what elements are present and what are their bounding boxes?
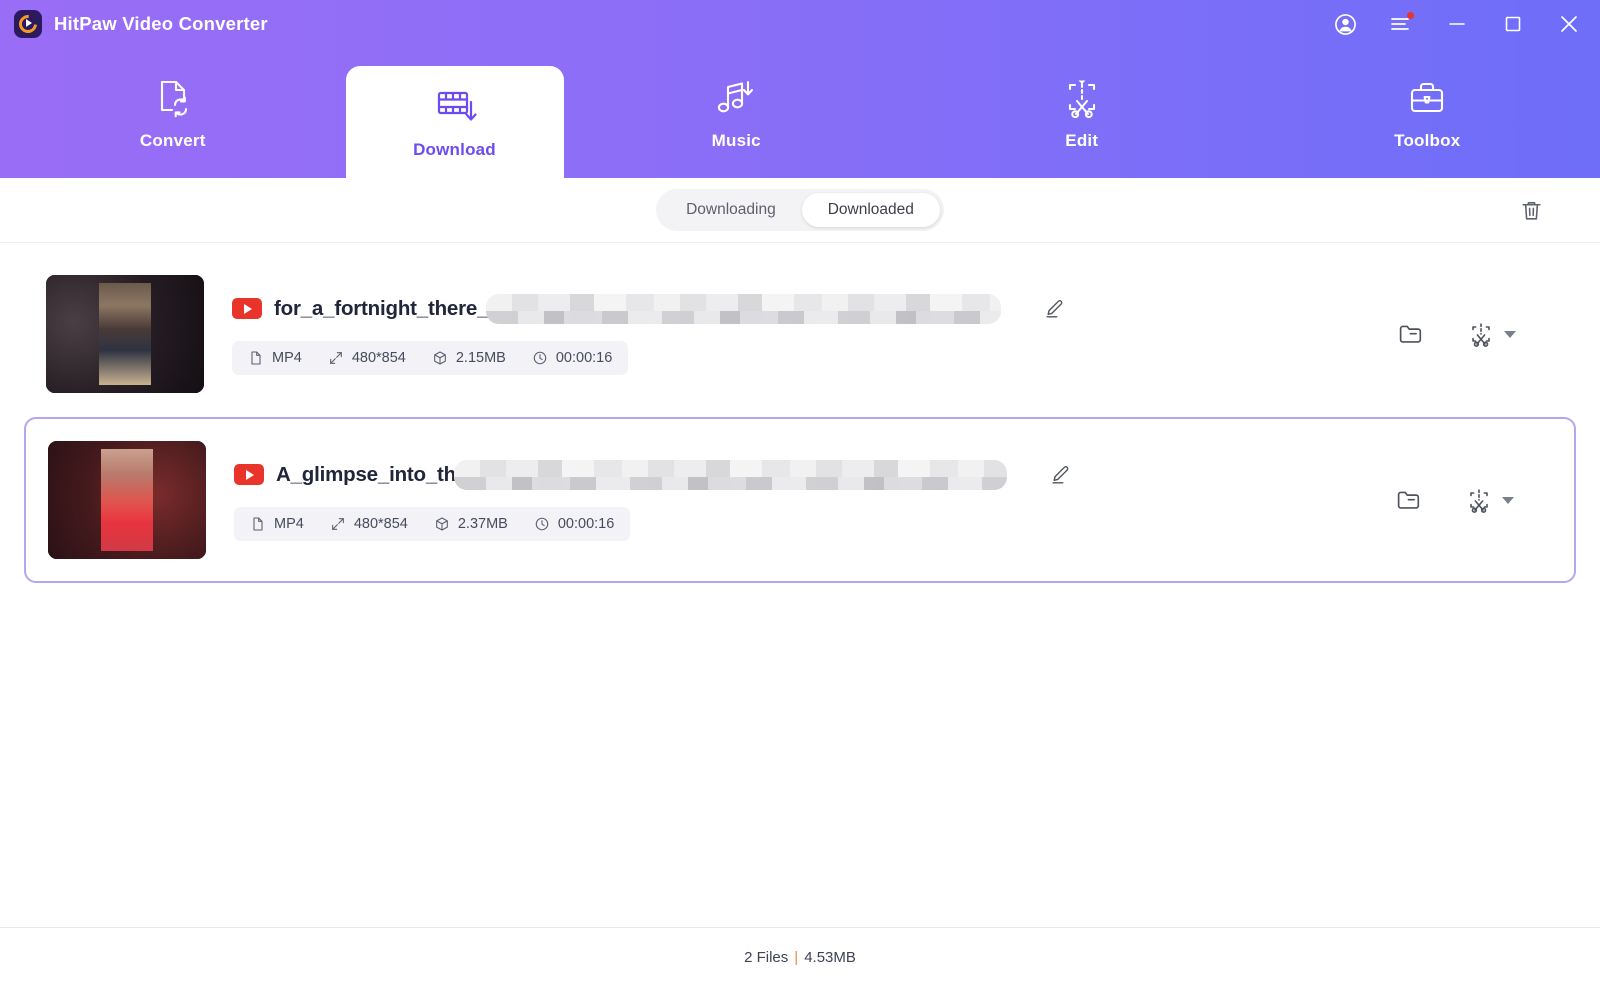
tab-convert[interactable]: Convert: [0, 48, 346, 178]
download-icon: [433, 84, 477, 130]
tab-convert-label: Convert: [140, 131, 206, 151]
meta-resolution: 480*854: [330, 516, 408, 532]
trim-action[interactable]: [1464, 485, 1514, 515]
clock-icon: [534, 516, 550, 532]
tab-download-label: Download: [413, 140, 496, 160]
tab-music-label: Music: [712, 131, 761, 151]
download-list: for_a_fortnight_there_ MP4: [0, 243, 1600, 927]
video-thumbnail: [46, 275, 204, 393]
box-icon: [434, 516, 450, 532]
meta-size-value: 2.37MB: [458, 516, 508, 532]
file-count: 2 Files: [744, 949, 788, 966]
convert-icon: [152, 75, 194, 121]
meta-resolution-value: 480*854: [352, 350, 406, 366]
file-name-line: A_glimpse_into_th: [234, 460, 1073, 490]
status-filter-bar: Downloading Downloaded: [0, 178, 1600, 243]
file-name: for_a_fortnight_there_: [274, 297, 488, 321]
main-nav-tabs: Convert Download: [0, 48, 1600, 178]
table-row[interactable]: A_glimpse_into_th MP4: [24, 417, 1576, 583]
segment-downloaded[interactable]: Downloaded: [802, 193, 940, 227]
menu-icon[interactable]: [1388, 11, 1414, 37]
meta-duration-value: 00:00:16: [558, 516, 614, 532]
meta-duration: 00:00:16: [532, 350, 612, 366]
file-icon: [250, 516, 266, 532]
segment-downloading-label: Downloading: [686, 201, 776, 219]
chevron-down-icon[interactable]: [1502, 497, 1514, 504]
tab-edit[interactable]: Edit: [909, 48, 1255, 178]
maximize-icon[interactable]: [1500, 11, 1526, 37]
total-size: 4.53MB: [804, 949, 856, 966]
trim-icon[interactable]: [1464, 485, 1494, 515]
music-icon: [714, 75, 758, 121]
meta-size: 2.37MB: [434, 516, 508, 532]
meta-size-value: 2.15MB: [456, 350, 506, 366]
meta-duration: 00:00:16: [534, 516, 614, 532]
edit-pencil-icon[interactable]: [1041, 296, 1067, 322]
file-metadata: MP4 480*854 2.15MB: [232, 341, 628, 375]
app-title: HitPaw Video Converter: [54, 13, 268, 35]
meta-format-value: MP4: [272, 350, 302, 366]
trim-icon[interactable]: [1466, 319, 1496, 349]
edit-pencil-icon[interactable]: [1047, 462, 1073, 488]
file-info: A_glimpse_into_th MP4: [234, 460, 1073, 541]
segment-downloading[interactable]: Downloading: [660, 193, 802, 227]
tab-music[interactable]: Music: [564, 48, 910, 178]
brand: HitPaw Video Converter: [14, 10, 268, 38]
edit-icon: [1060, 75, 1104, 121]
redacted-filename-overlay: [486, 294, 1001, 324]
chevron-down-icon[interactable]: [1504, 331, 1516, 338]
meta-size: 2.15MB: [432, 350, 506, 366]
open-folder-icon[interactable]: [1394, 485, 1424, 515]
trash-icon[interactable]: [1516, 195, 1546, 225]
file-icon: [248, 350, 264, 366]
file-metadata: MP4 480*854 2.37MB: [234, 507, 630, 541]
meta-format: MP4: [248, 350, 302, 366]
clock-icon: [532, 350, 548, 366]
tab-toolbox[interactable]: Toolbox: [1255, 48, 1600, 178]
toolbox-icon: [1406, 75, 1448, 121]
box-icon: [432, 350, 448, 366]
meta-format-value: MP4: [274, 516, 304, 532]
minimize-icon[interactable]: [1444, 11, 1470, 37]
meta-duration-value: 00:00:16: [556, 350, 612, 366]
meta-format: MP4: [250, 516, 304, 532]
row-actions: [1396, 319, 1570, 349]
tab-edit-label: Edit: [1065, 131, 1098, 151]
video-thumbnail: [48, 441, 206, 559]
close-icon[interactable]: [1556, 11, 1582, 37]
menu-notification-badge: [1407, 12, 1414, 19]
trim-action[interactable]: [1466, 319, 1516, 349]
resize-icon: [328, 350, 344, 366]
download-status-segmented-control: Downloading Downloaded: [656, 189, 944, 231]
title-bar: HitPaw Video Converter: [0, 0, 1600, 48]
meta-resolution-value: 480*854: [354, 516, 408, 532]
footer-separator: |: [794, 949, 798, 966]
status-bar: 2 Files | 4.53MB: [0, 927, 1600, 987]
meta-resolution: 480*854: [328, 350, 406, 366]
file-name: A_glimpse_into_th: [276, 463, 456, 487]
file-name-line: for_a_fortnight_there_: [232, 294, 1067, 324]
youtube-icon: [232, 298, 262, 319]
resize-icon: [330, 516, 346, 532]
row-actions: [1394, 485, 1568, 515]
open-folder-icon[interactable]: [1396, 319, 1426, 349]
tab-toolbox-label: Toolbox: [1394, 131, 1460, 151]
hitpaw-logo-icon: [14, 10, 42, 38]
window-controls: [1332, 11, 1582, 37]
redacted-filename-overlay: [454, 460, 1007, 490]
youtube-icon: [234, 464, 264, 485]
account-icon[interactable]: [1332, 11, 1358, 37]
table-row[interactable]: for_a_fortnight_there_ MP4: [24, 251, 1576, 417]
app-window: HitPaw Video Converter: [0, 0, 1600, 987]
file-info: for_a_fortnight_there_ MP4: [232, 294, 1067, 375]
tab-download[interactable]: Download: [346, 66, 564, 178]
segment-downloaded-label: Downloaded: [828, 201, 914, 219]
